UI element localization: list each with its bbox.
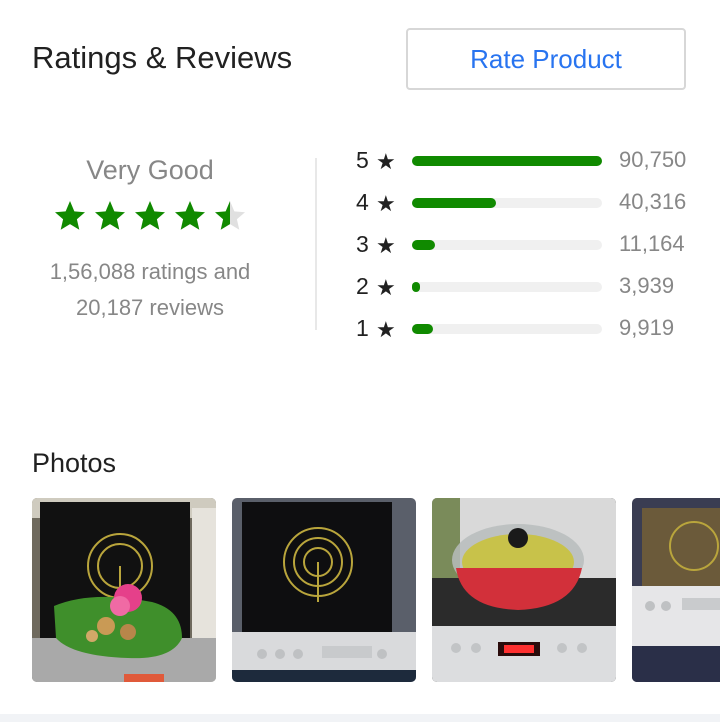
star-icon: [135, 201, 165, 230]
progress-bar: [412, 198, 602, 208]
star-icon: [175, 201, 205, 230]
progress-bar: [412, 240, 602, 250]
rating-summary: Very Good 1,56,088 ratings and 20,187 re…: [20, 150, 280, 326]
reviews-line: 20,187 reviews: [76, 295, 224, 320]
rating-count: 90,750: [619, 147, 687, 172]
progress-fill: [412, 282, 421, 292]
rating-count: 3,939: [619, 273, 675, 298]
progress-bar: [412, 156, 602, 166]
rating-count: 40,316: [619, 189, 687, 214]
star-level: 5: [356, 147, 369, 173]
star-level: 4: [356, 189, 369, 215]
breakdown-row-1: 1 ★ 9,919: [356, 310, 716, 352]
review-photo[interactable]: [232, 498, 416, 682]
breakdown-row-4: 4 ★ 40,316: [356, 184, 716, 226]
star-level: 1: [356, 315, 369, 341]
progress-fill: [412, 156, 602, 166]
half-star-icon: [215, 201, 245, 230]
star-icon: ★: [376, 317, 396, 342]
rating-verdict: Very Good: [86, 155, 214, 185]
breakdown-row-3: 3 ★ 11,164: [356, 226, 716, 268]
star-icon: ★: [376, 191, 396, 216]
progress-bar: [412, 282, 602, 292]
rating-count: 11,164: [619, 231, 685, 256]
rate-product-button[interactable]: Rate Product: [406, 28, 686, 90]
review-photo[interactable]: [32, 498, 216, 682]
review-photo[interactable]: [632, 498, 720, 682]
progress-fill: [412, 198, 497, 208]
ratings-line: 1,56,088 ratings and: [49, 259, 251, 284]
progress-fill: [412, 324, 433, 334]
photos-title: Photos: [32, 448, 117, 478]
progress-bar: [412, 324, 602, 334]
rating-count: 1,56,088 ratings and 20,187 reviews: [20, 254, 280, 326]
star-icon: [95, 201, 125, 230]
star-icon: [55, 201, 85, 230]
section-separator: [0, 714, 720, 722]
star-icon: ★: [376, 233, 396, 258]
review-photo[interactable]: [432, 498, 616, 682]
breakdown-row-5: 5 ★ 90,750: [356, 142, 716, 184]
progress-fill: [412, 240, 436, 250]
divider: [315, 158, 317, 330]
star-icon: ★: [376, 275, 396, 300]
star-icon: ★: [376, 149, 396, 174]
breakdown-row-2: 2 ★ 3,939: [356, 268, 716, 310]
star-level: 3: [356, 231, 369, 257]
section-title: Ratings & Reviews: [32, 40, 293, 75]
star-rating: [20, 198, 280, 234]
star-level: 2: [356, 273, 369, 299]
rating-count: 9,919: [619, 315, 675, 340]
rating-breakdown: 5 ★ 90,750 4 ★ 40,316 3 ★ 11,164 2 ★ 3,9…: [356, 142, 716, 352]
